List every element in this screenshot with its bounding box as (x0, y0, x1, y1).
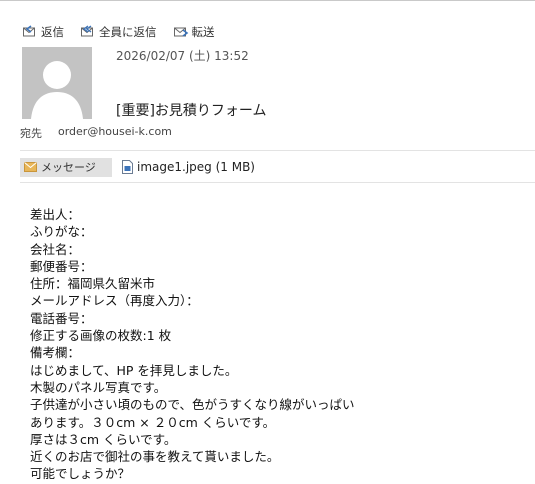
attachment-divider (20, 182, 535, 183)
forward-button[interactable]: 転送 (173, 24, 215, 40)
body-line: 郵便番号： (30, 258, 93, 274)
body-line: メールアドレス（再度入力）： (30, 293, 199, 309)
body-line: はじめまして、HP を拝見しました。 (30, 362, 238, 378)
reply-label: 返信 (41, 25, 64, 39)
body-line: 可能でしょうか？ (30, 466, 131, 482)
body-line: 住所：福岡県久留米市 (30, 276, 156, 292)
envelope-icon (24, 162, 37, 172)
attachment-file-label: image1.jpeg (1 MB) (137, 160, 255, 174)
attachment-bar: メッセージ image1.jpeg (1 MB) (20, 157, 255, 177)
body-line: あります。３０cm × ２０cm くらいです。 (30, 414, 276, 430)
body-line: 備考欄： (30, 345, 81, 361)
reply-icon (23, 25, 35, 37)
attachment-file[interactable]: image1.jpeg (1 MB) (122, 160, 255, 174)
sender-avatar (22, 47, 92, 119)
default-person-icon (31, 61, 83, 119)
message-subject: [重要]お見積りフォーム (116, 103, 267, 119)
to-address[interactable]: order@housei-k.com (58, 125, 172, 141)
body-line: ふりがな： (30, 224, 93, 240)
body-line: 電話番号： (30, 310, 93, 326)
message-date: 2026/02/07 (土) 13:52 (116, 49, 249, 63)
message-tab[interactable]: メッセージ (20, 157, 112, 177)
body-line: 差出人： (30, 207, 81, 222)
body-line: 子供達が小さい頃のもので、色がうすくなり線がいっぱい (30, 397, 355, 413)
image-file-icon (122, 160, 133, 174)
reply-all-icon (81, 25, 93, 37)
reply-all-button[interactable]: 全員に返信 (80, 24, 157, 40)
body-line: 会社名： (30, 241, 81, 257)
recipient-row: 宛先 order@housei-k.com (20, 125, 172, 141)
body-line: 修正する画像の枚数:1 枚 (30, 328, 172, 344)
message-actions-toolbar: 返信 全員に返信 転送 (22, 23, 231, 41)
forward-label: 転送 (191, 25, 215, 39)
reply-all-label: 全員に返信 (99, 25, 157, 39)
body-line: 厚さは３cm くらいです。 (30, 431, 177, 447)
to-label: 宛先 (20, 127, 42, 140)
header-divider (20, 150, 535, 151)
body-line: 木製のパネル写真です。 (30, 379, 167, 395)
body-line: 近くのお店で御社の事を教えて貰いました。 (30, 449, 280, 465)
forward-icon (173, 27, 188, 37)
message-body: 差出人： ふりがな： 会社名： 郵便番号： 住所：福岡県久留米市 メールアドレス… (30, 206, 355, 483)
reply-button[interactable]: 返信 (22, 24, 64, 40)
message-tab-label: メッセージ (41, 161, 96, 174)
window-top-border (0, 0, 535, 1)
